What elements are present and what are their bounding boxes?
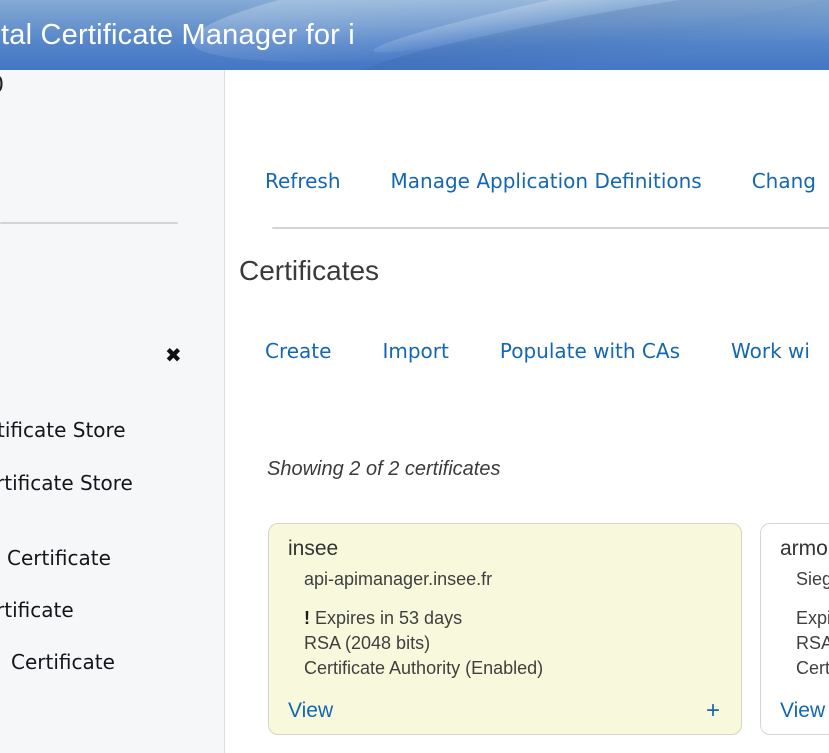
- sidebar-item-certificate-2[interactable]: rtificate: [0, 598, 74, 622]
- page-title: Certificates: [239, 255, 379, 287]
- main-content: Refresh Manage Application Definitions C…: [226, 70, 829, 753]
- certificate-name: insee: [288, 537, 338, 561]
- certificate-type-line: Certificate Authority (Enabled): [304, 656, 543, 681]
- top-toolbar: Refresh Manage Application Definitions C…: [265, 169, 816, 193]
- certificates-actions: Create Import Populate with CAs Work wi: [265, 339, 810, 363]
- certificate-expiry-line: Expi: [796, 606, 829, 631]
- sidebar-item-certificate-store-1[interactable]: tificate Store: [0, 418, 126, 442]
- manage-application-definitions-link[interactable]: Manage Application Definitions: [391, 169, 702, 193]
- work-with-link-clipped[interactable]: Work wi: [731, 339, 810, 363]
- app-header: tal Certificate Manager for i: [0, 0, 829, 70]
- view-certificate-link[interactable]: View: [780, 699, 825, 723]
- certificate-type-line: Cert: [796, 656, 829, 681]
- certificates-count-summary: Showing 2 of 2 certificates: [267, 458, 500, 481]
- certificate-subject: api-apimanager.insee.fr: [304, 569, 492, 590]
- populate-with-cas-link[interactable]: Populate with CAs: [500, 339, 680, 363]
- sidebar-item-certificate-store-2[interactable]: rtificate Store: [0, 471, 133, 495]
- toolbar-divider: [272, 227, 829, 229]
- certificate-name: armo: [780, 537, 828, 561]
- certificate-card-armo[interactable]: armo Sieg Expi RSA Cert View +: [760, 523, 829, 735]
- refresh-link[interactable]: Refresh: [265, 169, 341, 193]
- certificate-key-line: RSA (2048 bits): [304, 631, 543, 656]
- import-link[interactable]: Import: [382, 339, 448, 363]
- create-link[interactable]: Create: [265, 339, 331, 363]
- expand-plus-icon[interactable]: +: [706, 699, 720, 723]
- close-icon[interactable]: ✖: [165, 343, 182, 367]
- certificate-details: ! Expires in 53 days RSA (2048 bits) Cer…: [304, 606, 543, 681]
- sidebar-divider: [0, 222, 178, 224]
- dcm-page: tal Certificate Manager for i 0 ✖ tifica…: [0, 0, 829, 753]
- app-title: tal Certificate Manager for i: [1, 19, 355, 52]
- certificate-subject: Sieg: [796, 569, 829, 590]
- certificate-card-insee[interactable]: insee api-apimanager.insee.fr ! Expires …: [268, 523, 742, 735]
- sidebar-hostname-partial: 0: [0, 73, 4, 98]
- expiry-text: Expires in 53 days: [310, 608, 462, 628]
- certificate-key-line: RSA: [796, 631, 829, 656]
- sidebar-item-certificate-1[interactable]: Certificate: [7, 546, 111, 570]
- sidebar-item-certificate-3[interactable]: Certificate: [11, 650, 115, 674]
- sidebar: 0 ✖ tificate Store rtificate Store Certi…: [0, 70, 225, 753]
- certificate-details: Expi RSA Cert: [796, 606, 829, 681]
- change-link-clipped[interactable]: Chang: [752, 169, 816, 193]
- view-certificate-link[interactable]: View: [288, 699, 333, 723]
- certificate-expiry-line: ! Expires in 53 days: [304, 606, 543, 631]
- certificate-card-list: insee api-apimanager.insee.fr ! Expires …: [268, 523, 829, 735]
